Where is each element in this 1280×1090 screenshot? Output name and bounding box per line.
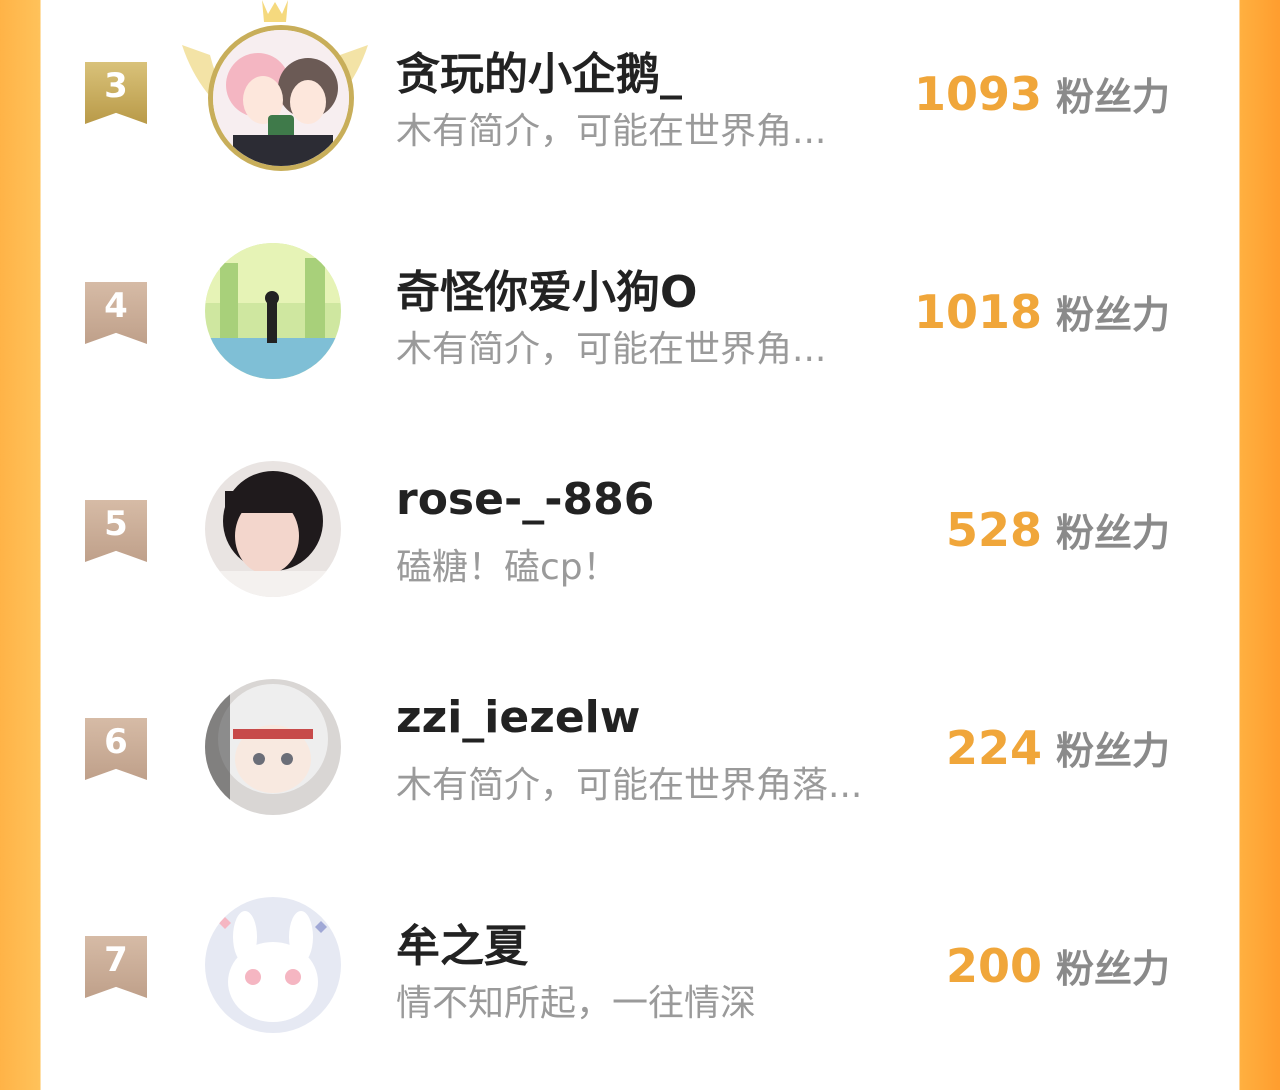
user-bio: 木有简介，可能在世界角... xyxy=(396,329,827,370)
list-item[interactable]: 5 rose-_-886 磕糖！磕cp！ 528 粉丝力 xyxy=(42,436,1238,654)
user-bio: 磕糖！磕cp！ xyxy=(396,547,619,588)
avatar-plush-doll-icon xyxy=(205,679,341,815)
avatar-cartoon-bunny-icon xyxy=(205,897,341,1033)
rank-badge: 4 xyxy=(85,282,147,344)
rank-badge: 3 xyxy=(85,62,147,124)
list-item[interactable]: 3 贪玩的小企鹅_ 木有简介，可能在世界角... 1093 粉丝力 xyxy=(42,0,1238,218)
rank-badge: 7 xyxy=(85,936,147,998)
user-name[interactable]: 贪玩的小企鹅_ xyxy=(396,38,682,102)
user-bio: 情不知所起，一往情深 xyxy=(396,983,757,1024)
user-name[interactable]: 奇怪你爱小狗O xyxy=(396,256,697,320)
user-name[interactable]: rose-_-886 xyxy=(396,474,654,525)
fan-power-score: 224 粉丝力 xyxy=(945,721,1170,775)
fan-power-score: 1093 粉丝力 xyxy=(913,67,1170,121)
avatar-green-forest-icon xyxy=(205,243,341,379)
user-name[interactable]: zzi_iezelw xyxy=(396,692,640,743)
fan-power-score: 1018 粉丝力 xyxy=(913,285,1170,339)
leaderboard-card: 3 贪玩的小企鹅_ 木有简介，可能在世界角... 1093 粉丝力 4 奇怪你爱… xyxy=(42,0,1238,1033)
avatar-anime-girls-icon xyxy=(213,30,349,166)
list-item[interactable]: 7 牟之夏 情不知所起，一往情深 200 粉丝力 xyxy=(42,872,1238,1090)
user-name[interactable]: 牟之夏 xyxy=(396,910,528,974)
list-item[interactable]: 4 奇怪你爱小狗O 木有简介，可能在世界角... 1018 粉丝力 xyxy=(42,218,1238,436)
avatar[interactable] xyxy=(205,243,341,379)
avatar-girl-photo-icon xyxy=(205,461,341,597)
user-bio: 木有简介，可能在世界角... xyxy=(396,111,827,152)
rank-badge: 5 xyxy=(85,500,147,562)
avatar[interactable] xyxy=(205,679,341,815)
fan-power-score: 200 粉丝力 xyxy=(945,939,1170,993)
list-item[interactable]: 6 zzi_iezelw 木有简介，可能在世界角落... 224 粉丝力 xyxy=(42,654,1238,872)
rank-badge: 6 xyxy=(85,718,147,780)
avatar[interactable] xyxy=(205,461,341,597)
user-bio: 木有简介，可能在世界角落... xyxy=(396,765,863,806)
avatar[interactable] xyxy=(208,25,354,171)
fan-power-score: 528 粉丝力 xyxy=(945,503,1170,557)
avatar[interactable] xyxy=(205,897,341,1033)
